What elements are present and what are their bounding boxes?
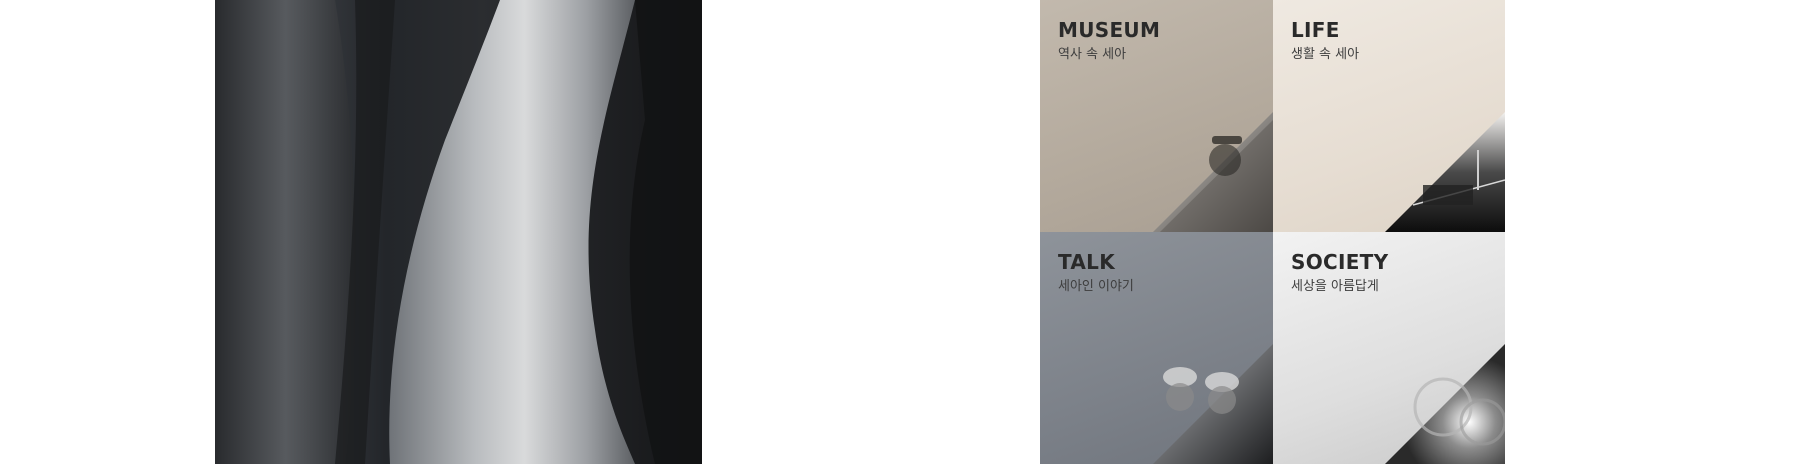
tile-museum-title: MUSEUM: [1058, 18, 1161, 42]
tile-museum[interactable]: MUSEUM 역사 속 세아: [1040, 0, 1273, 232]
tile-society-subtitle: 세상을 아름답게: [1291, 279, 1379, 294]
steel-coil-art: [215, 0, 702, 464]
tile-society-title: SOCIETY: [1291, 250, 1389, 274]
hero-steel-image: [215, 0, 702, 464]
tile-life-subtitle: 생활 속 세아: [1291, 47, 1360, 62]
category-grid: MUSEUM 역사 속 세아 LIFE 생활 속 세아 TALK 세아인 이야기…: [1040, 0, 1505, 464]
tile-talk[interactable]: TALK 세아인 이야기: [1040, 232, 1273, 464]
tile-life[interactable]: LIFE 생활 속 세아: [1273, 0, 1505, 232]
tile-talk-title: TALK: [1058, 250, 1116, 274]
tile-museum-subtitle: 역사 속 세아: [1058, 47, 1127, 62]
tile-life-title: LIFE: [1291, 18, 1340, 42]
tile-society[interactable]: SOCIETY 세상을 아름답게: [1273, 232, 1505, 464]
tile-talk-subtitle: 세아인 이야기: [1058, 279, 1134, 294]
